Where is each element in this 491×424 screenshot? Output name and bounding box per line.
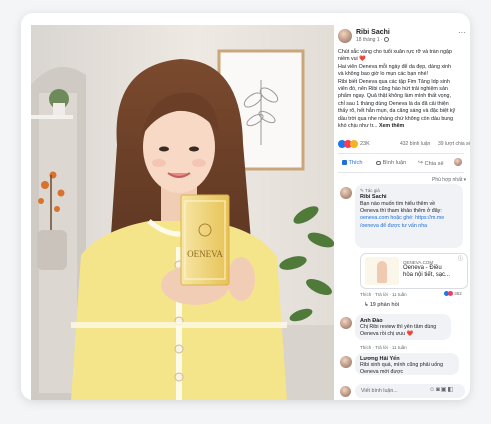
text-line: Ribi xinh quá, mình cũng phải uống <box>360 362 444 368</box>
text-line: hòa nội tiết, sạc... <box>403 272 451 278</box>
post-caption: Chút sắc vàng cho tuổi xuân rực rỡ và tr… <box>338 49 466 130</box>
link-preview-thumbnail <box>365 257 399 285</box>
speech-bubble-icon <box>376 160 381 165</box>
comment-reactions[interactable]: 362 <box>444 289 462 298</box>
post-photo[interactable]: OENEVA <box>31 25 334 400</box>
reply-arrow-icon: ↳ <box>364 302 369 308</box>
product-brand-text: OENEVA <box>187 249 223 259</box>
see-more-link[interactable]: Xem thêm <box>377 123 404 129</box>
comment-actions[interactable]: Thích · Trả lời · 11 tuần <box>360 343 407 352</box>
comment-text: Chị Ribi review thì yên tâm dùng Oeneva r… <box>360 324 452 338</box>
text-line: Oeneva mới được <box>360 369 404 376</box>
comment-avatar[interactable] <box>340 187 352 199</box>
text-line: Oeneva rồi chị ưuu ❤️ <box>360 331 414 338</box>
text-line: và không bao giờ lo mụn các bạn nhé! <box>338 71 429 78</box>
reaction-profile-avatar[interactable] <box>454 158 462 166</box>
comment-input-placeholder: Viết bình luận... <box>361 388 398 394</box>
comment-avatar[interactable] <box>340 356 352 368</box>
product-box <box>180 194 230 286</box>
post-timestamp: 18 tháng 1 · <box>356 37 385 43</box>
text-line: niềm vui ❤️ <box>338 56 366 63</box>
comment-count[interactable]: 432 bình luận <box>400 140 430 149</box>
comment-text: Bạn nào muốn tìm hiểu thêm về Oeneva thì … <box>360 201 464 230</box>
photo-illustration: OENEVA <box>31 25 334 400</box>
author-avatar[interactable] <box>338 29 352 43</box>
text-line: Oeneva - Điều <box>403 265 442 271</box>
sticker-icon[interactable]: ◧ <box>447 387 454 393</box>
text-line: Hai viên Oeneva mỗi ngày để da đẹp, dáng… <box>338 63 452 70</box>
composer-avatar <box>340 386 351 397</box>
comment-button[interactable]: Bình luận <box>376 159 406 168</box>
chevron-down-icon: ▾ <box>463 177 467 183</box>
reaction-count[interactable]: 23K <box>360 140 370 149</box>
text-line: Ribi biết Oeneva qua các tập Fim Tăng Id… <box>338 78 450 85</box>
post-card: OENEVA Ribi Sachi 18 tháng 1 · ··· Chút … <box>21 13 470 400</box>
share-button[interactable]: ↪ Chia sẻ <box>418 159 444 169</box>
globe-icon <box>384 37 390 43</box>
link-preview-card[interactable]: OENEVA.COM Oeneva - Điều hòa nội tiết, sạ… <box>360 253 468 289</box>
comment-actions[interactable]: Thích · Trả lời · 11 tuần <box>360 290 407 299</box>
share-arrow-icon: ↪ <box>418 160 424 166</box>
text-line: khó chịu như tr... Xem thêm <box>338 123 405 130</box>
thumbs-up-icon <box>342 160 347 166</box>
link-title: Oeneva - Điều hòa nội tiết, sạc... <box>403 265 463 279</box>
text-line: Oeneva thì tham khảo thêm ở đây: <box>360 208 442 215</box>
text-line: thấy rõ, hết hẳn mụn, da căng sáng và đặ… <box>338 108 456 115</box>
text-line: phẩm ngay. Quả thật không làm mình thất … <box>338 93 451 100</box>
share-count[interactable]: 39 lượt chia sẻ <box>438 140 470 149</box>
view-replies-link[interactable]: ↳ 19 phản hồi <box>364 301 399 310</box>
info-icon[interactable]: ⓘ <box>458 255 463 264</box>
like-button[interactable]: Thích <box>342 159 362 168</box>
comment-composer[interactable]: Viết bình luận... ☺◙▣◧ <box>355 384 465 398</box>
post-side-panel: Ribi Sachi 18 tháng 1 · ··· Chút sắc vàn… <box>334 25 470 400</box>
reaction-icons[interactable] <box>338 140 358 149</box>
text-line: oeneva.com hoặc ghé: https://m.me <box>360 215 445 222</box>
text-line: /oeneva để được tư vấn nha <box>360 222 428 229</box>
comment-avatar[interactable] <box>340 317 352 329</box>
text-line: dầu trời qua nhe nhàng chứ không còn dàu… <box>338 115 454 122</box>
comment-text: Ribi xinh quá, mình cũng phải uống Oeneva… <box>360 362 460 376</box>
more-options-icon[interactable]: ··· <box>458 28 466 37</box>
